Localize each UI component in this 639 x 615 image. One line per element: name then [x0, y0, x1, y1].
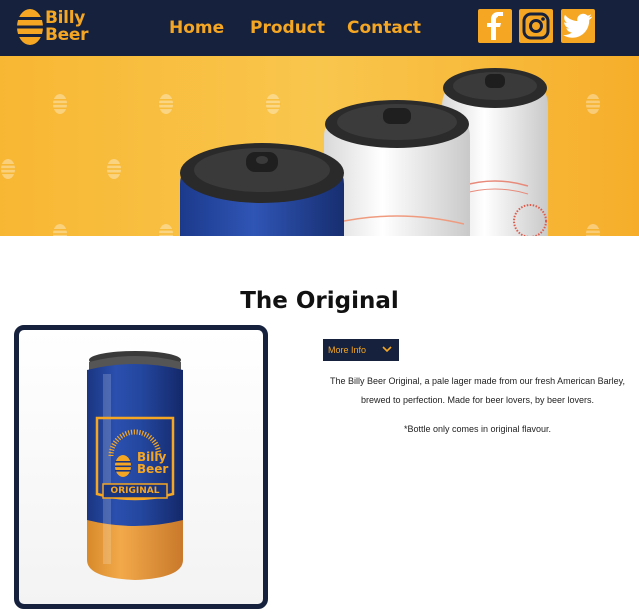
nav-link-product[interactable]: Product	[250, 18, 325, 38]
more-info-button[interactable]: More Info	[323, 339, 399, 361]
facebook-button[interactable]	[478, 9, 512, 43]
product-note: *Bottle only comes in original flavour.	[403, 424, 552, 434]
hero-banner	[0, 56, 639, 236]
brand-name-line2: Beer	[45, 25, 89, 45]
product-image-frame: Billy Beer ORIGINAL	[14, 325, 268, 609]
can-banner-text: ORIGINAL	[110, 486, 160, 496]
instagram-button[interactable]	[519, 9, 553, 43]
can-label-text: Billy Beer	[137, 451, 168, 475]
twitter-button[interactable]	[561, 9, 595, 43]
nav-link-home[interactable]: Home	[169, 18, 224, 38]
facebook-icon	[487, 12, 503, 40]
product-description: The Billy Beer Original, a pale lager ma…	[330, 376, 625, 405]
more-info-label: More Info	[328, 345, 367, 355]
product-title: The Original	[240, 288, 399, 314]
chevron-down-icon	[382, 346, 392, 353]
hero-illustration	[0, 68, 601, 236]
nav-link-contact[interactable]: Contact	[347, 18, 421, 38]
brand-logo[interactable]: Billy Beer	[16, 8, 94, 48]
instagram-icon	[522, 12, 550, 40]
barrel-icon	[16, 9, 44, 45]
twitter-icon	[563, 13, 593, 38]
can-label-line2: Beer	[137, 462, 169, 476]
brand-name: Billy Beer	[45, 10, 89, 45]
top-navbar: Billy Beer Home Product Contact	[0, 0, 639, 56]
